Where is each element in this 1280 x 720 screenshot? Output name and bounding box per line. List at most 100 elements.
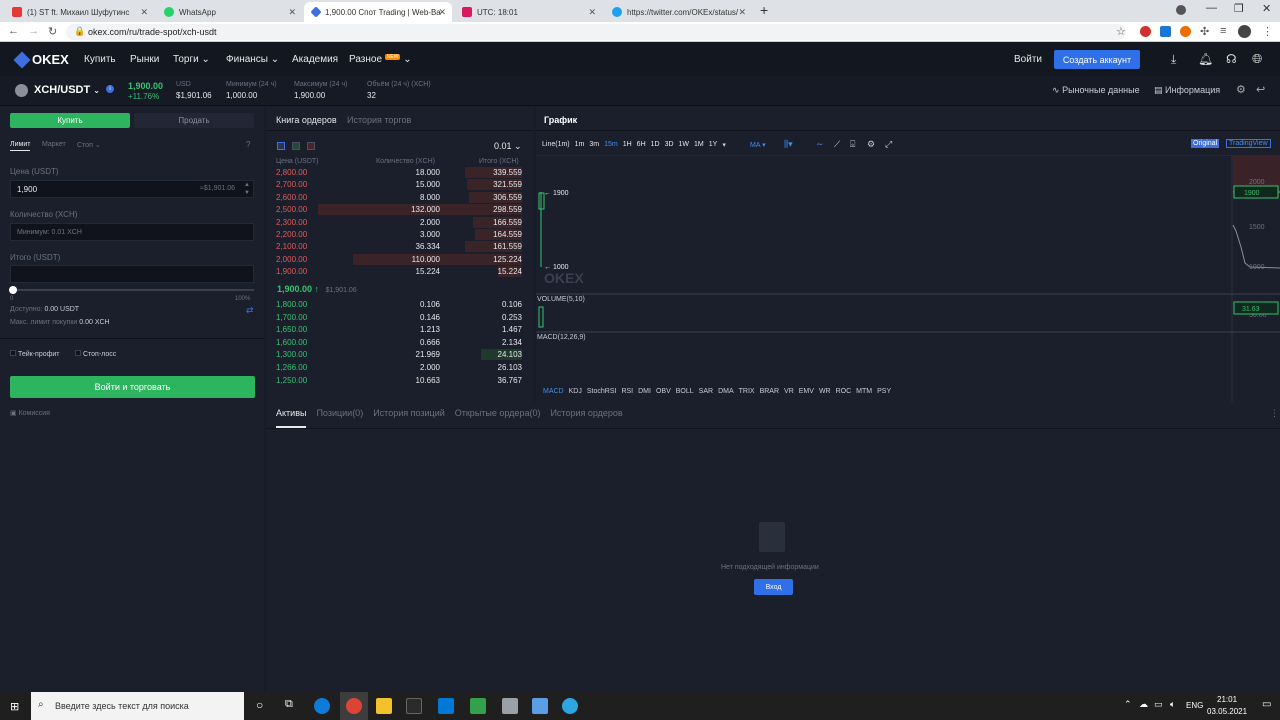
interval-8[interactable]: 1W bbox=[679, 141, 690, 149]
browser-tab-whatsapp[interactable]: WhatsApp ✕ bbox=[156, 2, 302, 22]
stop-loss-checkbox[interactable]: Стоп-лосс bbox=[75, 350, 116, 358]
edge-icon[interactable] bbox=[314, 698, 330, 714]
telegram-icon[interactable] bbox=[562, 698, 578, 714]
candle-type-icon[interactable]: ⫼▾ bbox=[784, 139, 793, 150]
close-icon[interactable]: ✕ bbox=[438, 7, 446, 18]
clock-time[interactable]: 21:01 bbox=[1217, 695, 1237, 704]
indicator-13[interactable]: WR bbox=[819, 388, 831, 395]
bottom-tab-0[interactable]: Активы bbox=[276, 408, 306, 418]
download-icon[interactable]: ⤓ bbox=[1171, 52, 1176, 67]
indicator-4[interactable]: DMI bbox=[638, 388, 651, 395]
chevron-down-icon[interactable]: ▾ bbox=[722, 141, 726, 149]
clock-date[interactable]: 03.05.2021 bbox=[1207, 707, 1247, 716]
ask-row[interactable]: 2,000.00 110.000 125.224 bbox=[276, 253, 522, 266]
camera-icon[interactable]: ⌺ bbox=[850, 139, 855, 150]
precision-select[interactable]: 0.01 ⌄ bbox=[494, 141, 522, 152]
interval-9[interactable]: 1M bbox=[694, 141, 704, 149]
market-data-link[interactable]: ∿ Рыночные данные bbox=[1052, 85, 1140, 96]
ask-row[interactable]: 2,500.00 132.000 298.559 bbox=[276, 204, 522, 216]
minimize-icon[interactable]: — bbox=[1206, 2, 1217, 14]
draw-tool-icon[interactable]: ⟋ bbox=[834, 139, 840, 150]
browser-tab-youtube[interactable]: (1) ST ft. Михаил Шуфутинс ✕ bbox=[4, 2, 154, 22]
orderbook-tab[interactable]: Книга ордеров bbox=[276, 115, 337, 125]
bid-row[interactable]: 1,300.00 21.969 24.103 bbox=[276, 349, 522, 361]
ask-row[interactable]: 2,300.00 2.000 166.559 bbox=[276, 216, 522, 229]
stop-tab[interactable]: Стоп ⌄ bbox=[77, 141, 101, 149]
bid-row[interactable]: 1,600.00 0.666 2.134 bbox=[276, 337, 522, 349]
amount-slider[interactable] bbox=[12, 289, 254, 291]
task-view-icon[interactable]: ⧉ bbox=[285, 698, 293, 711]
indicator-10[interactable]: BRAR bbox=[760, 388, 779, 395]
interval-0[interactable]: Line(1m) bbox=[542, 141, 570, 149]
indicator-8[interactable]: DMA bbox=[718, 388, 734, 395]
interval-4[interactable]: 1H bbox=[623, 141, 632, 149]
info-icon[interactable]: i bbox=[106, 85, 114, 93]
indicator-3[interactable]: RSI bbox=[621, 388, 633, 395]
bottom-tab-3[interactable]: Открытые ордера(0) bbox=[455, 408, 541, 418]
view-original-button[interactable]: Original bbox=[1191, 139, 1220, 148]
view-tradingview-button[interactable]: TradingView bbox=[1226, 139, 1271, 148]
url-input[interactable]: 🔒 okex.com/ru/trade-spot/xch-usdt bbox=[66, 24, 1126, 40]
transfer-icon[interactable]: ⇄ bbox=[246, 305, 254, 316]
globe-icon[interactable]: 🌐︎ bbox=[1252, 51, 1262, 67]
sell-tab[interactable]: Продать bbox=[134, 113, 254, 128]
bid-row[interactable]: 1,700.00 0.146 0.253 bbox=[276, 312, 522, 324]
interval-2[interactable]: 3m bbox=[589, 141, 599, 149]
bid-row[interactable]: 1,250.00 10.663 36.767 bbox=[276, 375, 522, 387]
nav-markets[interactable]: Рынки bbox=[130, 54, 159, 65]
puzzle-icon[interactable]: ✣ bbox=[1200, 25, 1209, 38]
back-icon[interactable]: ← bbox=[8, 25, 19, 37]
close-icon[interactable]: ✕ bbox=[140, 7, 148, 18]
close-icon[interactable]: ✕ bbox=[738, 7, 746, 18]
take-profit-checkbox[interactable]: Тейк-профит bbox=[10, 350, 60, 358]
bid-row[interactable]: 1,800.00 0.106 0.106 bbox=[276, 299, 522, 311]
login-button[interactable]: Вход bbox=[754, 579, 793, 595]
commission-link[interactable]: ▣ Комиссия bbox=[10, 409, 50, 417]
indicator-1[interactable]: KDJ bbox=[569, 388, 582, 395]
chrome-taskbar-active[interactable] bbox=[340, 692, 368, 720]
cortana-icon[interactable]: ○ bbox=[256, 698, 263, 712]
cloud-icon[interactable]: ☁ bbox=[1139, 699, 1148, 710]
windows-start-icon[interactable]: ⊞ bbox=[10, 700, 19, 713]
indicator-11[interactable]: VR bbox=[784, 388, 794, 395]
language-indicator[interactable]: ENG bbox=[1186, 701, 1203, 710]
nav-finance[interactable]: Финансы ⌄ bbox=[226, 54, 279, 65]
nav-academy[interactable]: Академия bbox=[292, 54, 338, 65]
browser-tab-utc[interactable]: UTC: 18:01 ✕ bbox=[454, 2, 602, 22]
notifications-icon[interactable]: ▭ bbox=[1262, 699, 1271, 710]
market-tab[interactable]: Маркет bbox=[42, 141, 66, 148]
headset-icon[interactable]: ☊ bbox=[1226, 52, 1237, 66]
limit-tab[interactable]: Лимит bbox=[10, 141, 31, 151]
browser-tab-okex[interactable]: 1,900.00 Спот Trading | Web-Ba ✕ bbox=[304, 2, 452, 22]
indicator-14[interactable]: ROC bbox=[836, 388, 852, 395]
stepper-icon[interactable]: ▲ ▼ bbox=[244, 181, 250, 197]
bottom-tab-2[interactable]: История позиций bbox=[373, 408, 445, 418]
extension-icon[interactable] bbox=[1160, 26, 1171, 37]
ask-row[interactable]: 2,600.00 8.000 306.559 bbox=[276, 191, 522, 204]
pair-selector[interactable]: XCH/USDT ⌄ bbox=[34, 84, 100, 96]
login-link[interactable]: Войти bbox=[1014, 54, 1042, 65]
close-icon[interactable]: ✕ bbox=[588, 7, 596, 18]
photos-icon[interactable] bbox=[532, 698, 548, 714]
nav-trade[interactable]: Торги ⌄ bbox=[173, 54, 210, 65]
view-asks-icon[interactable] bbox=[307, 142, 315, 150]
indicator-5[interactable]: OBV bbox=[656, 388, 671, 395]
reload-icon[interactable]: ↻ bbox=[48, 25, 57, 38]
extension-icon[interactable] bbox=[1180, 26, 1191, 37]
slider-handle[interactable] bbox=[9, 286, 17, 294]
line-tool-icon[interactable]: ∼ bbox=[816, 139, 824, 150]
gear-icon[interactable]: ⚙ bbox=[1236, 83, 1246, 96]
fullscreen-icon[interactable]: ⤢ bbox=[885, 139, 892, 150]
login-trade-button[interactable]: Войти и торговать bbox=[10, 376, 255, 398]
close-window-icon[interactable]: ✕ bbox=[1262, 2, 1271, 15]
interval-1[interactable]: 1m bbox=[575, 141, 585, 149]
opera-extension-icon[interactable] bbox=[1140, 26, 1151, 37]
ask-row[interactable]: 2,200.00 3.000 164.559 bbox=[276, 229, 522, 241]
bid-row[interactable]: 1,650.00 1.213 1.467 bbox=[276, 324, 522, 336]
help-icon[interactable]: ? bbox=[246, 140, 250, 149]
ask-row[interactable]: 2,800.00 18.000 339.559 bbox=[276, 167, 522, 179]
interval-5[interactable]: 6H bbox=[637, 141, 646, 149]
profile-icon[interactable] bbox=[1176, 5, 1186, 15]
qty-input[interactable]: Минимум: 0.01 XCH bbox=[10, 223, 254, 241]
playlist-icon[interactable]: ≡ bbox=[1220, 25, 1226, 37]
